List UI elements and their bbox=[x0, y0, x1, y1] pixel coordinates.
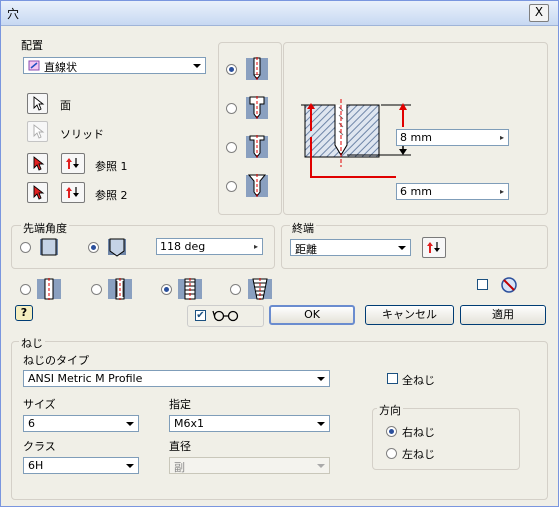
countersink-hole-icon bbox=[243, 173, 271, 198]
termination-dropdown[interactable]: 距離 bbox=[290, 239, 411, 256]
left-hand-label: 左ねじ bbox=[402, 448, 435, 461]
flip-direction-icon bbox=[427, 242, 440, 253]
flat-drill-point-icon bbox=[36, 237, 62, 257]
flip-checkbox[interactable] bbox=[477, 279, 488, 290]
hole-kind-simple-radio[interactable] bbox=[20, 284, 31, 295]
expand-arrow-icon[interactable]: ▸ bbox=[497, 184, 507, 199]
hole-kind-taper-radio[interactable] bbox=[230, 284, 241, 295]
glasses-icon bbox=[212, 308, 240, 325]
drilled-hole-icon bbox=[243, 56, 271, 81]
hole-type-counterbore-radio[interactable] bbox=[226, 103, 237, 114]
diameter-label: 直径 bbox=[169, 440, 191, 453]
depth-value: 8 mm bbox=[400, 131, 432, 144]
threads-group-label: ねじ bbox=[19, 335, 45, 351]
thread-type-label: ねじのタイプ bbox=[23, 354, 89, 367]
reference2-select-button[interactable] bbox=[27, 182, 48, 203]
chevron-down-icon bbox=[313, 371, 329, 386]
full-thread-label: 全ねじ bbox=[402, 374, 435, 387]
drill-point-angle-value: 118 deg bbox=[160, 240, 206, 253]
hole-type-countersink-radio[interactable] bbox=[226, 181, 237, 192]
size-value: 6 bbox=[28, 417, 35, 430]
designation-dropdown[interactable]: M6x1 bbox=[169, 415, 330, 432]
preview-checkbox[interactable]: ✔ bbox=[195, 310, 206, 321]
reference1-select-button[interactable] bbox=[27, 153, 48, 174]
diameter-input-value: 6 mm bbox=[400, 185, 432, 198]
drill-point-flat-radio[interactable] bbox=[20, 242, 31, 253]
direction-group-label: 方向 bbox=[377, 402, 403, 418]
placement-mode-value: 直線状 bbox=[44, 61, 77, 74]
depth-input[interactable]: 8 mm ▸ bbox=[396, 129, 509, 146]
apply-button[interactable]: 適用 bbox=[460, 305, 546, 325]
chevron-down-icon bbox=[313, 416, 329, 431]
angle-drill-point-icon bbox=[104, 237, 130, 257]
termination-flip-button[interactable] bbox=[422, 237, 446, 258]
class-value: 6H bbox=[28, 459, 44, 472]
spotface-hole-icon bbox=[243, 134, 271, 159]
no-symbol-icon bbox=[500, 276, 518, 297]
face-select-button[interactable] bbox=[27, 93, 48, 114]
cursor-arrow-red-icon bbox=[33, 185, 45, 200]
thread-type-value: ANSI Metric M Profile bbox=[28, 372, 143, 385]
expand-arrow-icon[interactable]: ▸ bbox=[251, 239, 261, 254]
size-label: サイズ bbox=[23, 398, 56, 411]
reference1-label: 参照 1 bbox=[95, 160, 128, 173]
chevron-down-icon bbox=[122, 458, 138, 473]
counterbore-hole-icon bbox=[243, 95, 271, 120]
right-hand-label: 右ねじ bbox=[402, 426, 435, 439]
clearance-hole-icon bbox=[106, 277, 134, 301]
class-dropdown[interactable]: 6H bbox=[23, 457, 139, 474]
designation-value: M6x1 bbox=[174, 417, 204, 430]
cursor-arrow-icon bbox=[33, 124, 45, 139]
help-button[interactable]: ? bbox=[15, 305, 33, 321]
taper-tapped-hole-icon bbox=[246, 277, 274, 301]
window-title: 穴 bbox=[7, 7, 20, 21]
solid-select-button[interactable] bbox=[27, 121, 48, 142]
hole-kind-tapped-radio[interactable] bbox=[161, 284, 172, 295]
drill-point-group-label: 先端角度 bbox=[21, 220, 69, 236]
reference2-label: 参照 2 bbox=[95, 189, 128, 202]
ok-button[interactable]: OK bbox=[269, 305, 355, 325]
cursor-arrow-red-icon bbox=[33, 156, 45, 171]
thread-diameter-dropdown[interactable]: 副 bbox=[169, 457, 330, 474]
reference1-flip-button[interactable] bbox=[61, 153, 85, 174]
size-dropdown[interactable]: 6 bbox=[23, 415, 139, 432]
preview-toggle[interactable]: ✔ bbox=[187, 305, 264, 327]
drill-point-angle-radio[interactable] bbox=[88, 242, 99, 253]
designation-label: 指定 bbox=[169, 398, 191, 411]
tapped-hole-icon bbox=[176, 277, 204, 301]
placement-group-label: 配置 bbox=[21, 39, 43, 52]
expand-arrow-icon[interactable]: ▸ bbox=[497, 130, 507, 145]
cancel-button[interactable]: キャンセル bbox=[365, 305, 454, 325]
title-bar[interactable]: 穴 X bbox=[1, 1, 558, 26]
linear-placement-icon bbox=[28, 59, 41, 75]
reference2-flip-button[interactable] bbox=[61, 182, 85, 203]
thread-type-dropdown[interactable]: ANSI Metric M Profile bbox=[23, 370, 330, 387]
hole-type-spotface-radio[interactable] bbox=[226, 142, 237, 153]
right-hand-radio[interactable] bbox=[386, 426, 397, 437]
placement-mode-dropdown[interactable]: 直線状 bbox=[23, 57, 206, 74]
solid-label: ソリッド bbox=[60, 128, 104, 141]
full-thread-checkbox[interactable] bbox=[387, 373, 398, 384]
chevron-down-icon bbox=[313, 458, 329, 473]
termination-value: 距離 bbox=[295, 243, 317, 256]
hole-dialog: 穴 X 配置 直線状 面 ソリッド 参照 1 参照 2 8 mm ▸ 6 mm … bbox=[0, 0, 559, 507]
chevron-down-icon bbox=[189, 58, 205, 73]
class-label: クラス bbox=[23, 440, 56, 453]
diameter-input[interactable]: 6 mm ▸ bbox=[396, 183, 509, 200]
chevron-down-icon bbox=[394, 240, 410, 255]
help-icon: ? bbox=[20, 306, 28, 319]
chevron-down-icon bbox=[122, 416, 138, 431]
flip-direction-icon bbox=[66, 158, 79, 169]
hole-type-drilled-radio[interactable] bbox=[226, 64, 237, 75]
thread-diameter-value: 副 bbox=[174, 461, 185, 474]
left-hand-radio[interactable] bbox=[386, 448, 397, 459]
hole-kind-clearance-radio[interactable] bbox=[91, 284, 102, 295]
simple-hole-icon bbox=[35, 277, 63, 301]
drill-point-angle-input[interactable]: 118 deg ▸ bbox=[156, 238, 263, 255]
face-label: 面 bbox=[60, 99, 71, 112]
termination-group-label: 終端 bbox=[290, 220, 316, 236]
cursor-arrow-icon bbox=[33, 96, 45, 111]
flip-direction-icon bbox=[66, 187, 79, 198]
close-button[interactable]: X bbox=[529, 4, 549, 22]
